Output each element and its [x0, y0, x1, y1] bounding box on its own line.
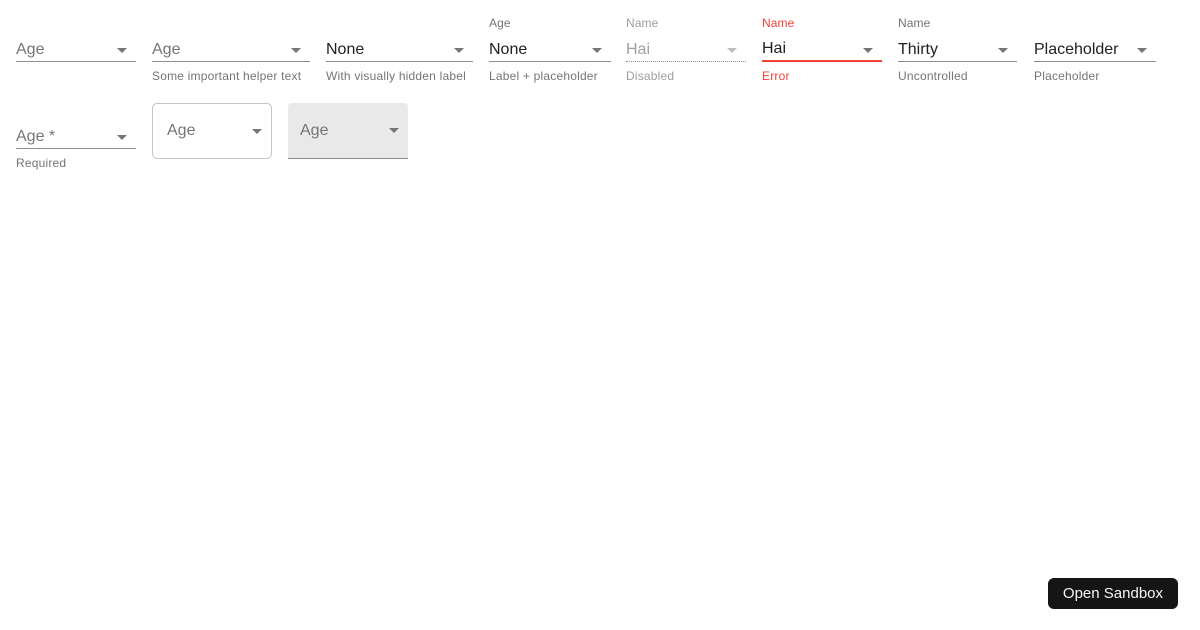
- input-label: Name: [762, 16, 795, 30]
- input-label: Age: [489, 16, 511, 30]
- dropdown-arrow-icon: [998, 48, 1008, 53]
- helper-text: Required: [16, 156, 67, 170]
- helper-text: Disabled: [626, 69, 675, 83]
- select-value: Age: [152, 40, 181, 58]
- dropdown-arrow-icon: [252, 129, 262, 134]
- dropdown-arrow-icon: [291, 48, 301, 53]
- dropdown-arrow-icon: [863, 48, 873, 53]
- dropdown-arrow-icon: [117, 48, 127, 53]
- helper-text: Label + placeholder: [489, 69, 598, 83]
- select-hidden-label-input[interactable]: None: [326, 38, 473, 62]
- select-value: None: [489, 40, 528, 58]
- select-age-basic-input[interactable]: Age: [16, 38, 136, 62]
- helper-text: Uncontrolled: [898, 69, 968, 83]
- select-label-placeholder-input[interactable]: None: [489, 38, 611, 62]
- select-required-input[interactable]: Age *: [16, 125, 136, 149]
- select-disabled-input: Hai: [626, 38, 746, 62]
- helper-text: Error: [762, 69, 790, 83]
- select-outlined[interactable]: Age: [152, 103, 272, 159]
- helper-text: Some important helper text: [152, 69, 302, 83]
- input-label: Name: [898, 16, 931, 30]
- select-value: Age: [16, 40, 45, 58]
- select-value: Hai: [626, 40, 651, 58]
- select-value: Placeholder: [1034, 40, 1119, 58]
- select-value: Age: [300, 121, 329, 139]
- helper-text: Placeholder: [1034, 69, 1100, 83]
- select-uncontrolled-input[interactable]: Thirty: [898, 38, 1017, 62]
- select-value: Age: [167, 122, 196, 139]
- input-label: Name: [626, 16, 659, 30]
- dropdown-arrow-icon: [389, 128, 399, 133]
- open-sandbox-button[interactable]: Open Sandbox: [1047, 578, 1178, 609]
- select-value: Hai: [762, 40, 787, 57]
- dropdown-arrow-icon: [117, 135, 127, 140]
- dropdown-arrow-icon: [1137, 48, 1147, 53]
- select-value: None: [326, 40, 365, 58]
- helper-text: With visually hidden label: [326, 69, 466, 83]
- select-filled[interactable]: Age: [288, 103, 408, 159]
- select-error-input[interactable]: Hai: [762, 38, 882, 62]
- select-value: Thirty: [898, 40, 938, 58]
- dropdown-arrow-icon: [592, 48, 602, 53]
- dropdown-arrow-icon: [727, 48, 737, 53]
- select-demo-page: Age Age Some important helper text None …: [0, 0, 1200, 630]
- select-value: Age *: [16, 127, 56, 145]
- select-placeholder-input[interactable]: Placeholder: [1034, 38, 1156, 62]
- select-helper-text-input[interactable]: Age: [152, 38, 310, 62]
- dropdown-arrow-icon: [454, 48, 464, 53]
